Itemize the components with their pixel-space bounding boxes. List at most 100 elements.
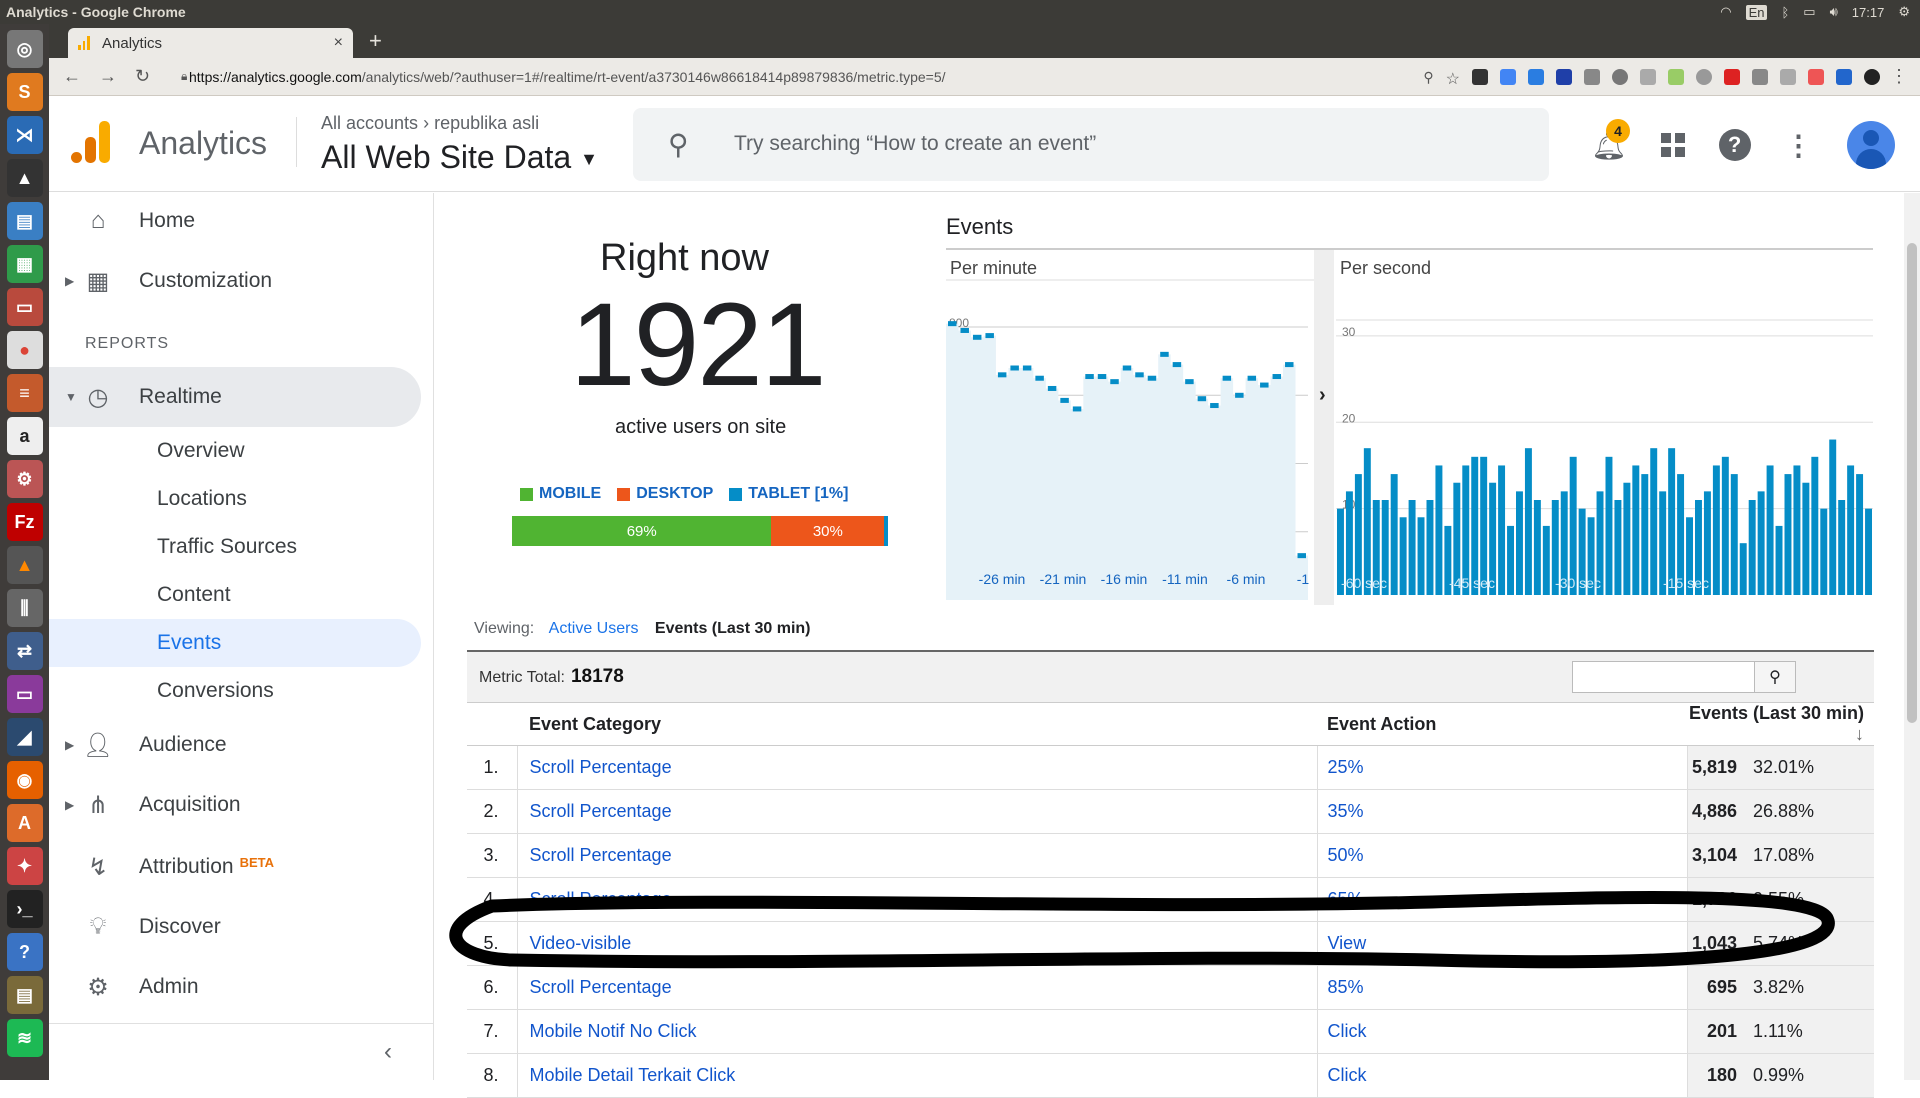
sidebar-item-acquisition[interactable]: ▶ ⋔ Acquisition: [49, 777, 421, 833]
breadcrumb-all-accounts[interactable]: All accounts: [321, 113, 418, 133]
spotify-icon[interactable]: ≋: [6, 1019, 43, 1057]
sidebar-subitem-content[interactable]: Content: [49, 571, 421, 619]
col-event-action[interactable]: Event Action: [1317, 703, 1687, 746]
settings-icon[interactable]: ⚙: [6, 460, 43, 498]
event-category-link[interactable]: Scroll Percentage: [517, 833, 1318, 878]
tab-active-users[interactable]: Active Users: [549, 620, 639, 637]
help-icon[interactable]: ?: [6, 933, 43, 971]
search-bar[interactable]: ⚲ Try searching “How to create an event”: [633, 108, 1549, 181]
extension-icon[interactable]: [1668, 68, 1684, 85]
tab-analytics[interactable]: Analytics ×: [68, 28, 353, 58]
sidebar-subitem-events[interactable]: Events: [49, 619, 421, 667]
back-icon[interactable]: ←: [63, 66, 85, 87]
sidebar-subitem-overview[interactable]: Overview: [49, 427, 421, 475]
extension-icon[interactable]: [1584, 68, 1600, 85]
vlc-icon[interactable]: ▲: [6, 546, 43, 584]
event-category-link[interactable]: Mobile Detail Terkait Click: [517, 1053, 1318, 1098]
chrome-icon[interactable]: ●: [6, 331, 43, 369]
amazon-icon[interactable]: a: [6, 417, 43, 455]
new-tab-button[interactable]: +: [369, 28, 382, 54]
table-search-button[interactable]: ⚲: [1754, 662, 1795, 692]
event-action-link[interactable]: 50%: [1317, 833, 1688, 878]
scrollbar-thumb[interactable]: [1907, 243, 1917, 723]
property-selector[interactable]: All Web Site Data ▼: [321, 139, 598, 176]
inkscape-icon[interactable]: ▲: [6, 159, 43, 197]
brand-name[interactable]: Analytics: [139, 125, 267, 162]
software-center-icon[interactable]: A: [6, 804, 43, 842]
sidebar-item-attribution[interactable]: ↯ Attribution BETA: [49, 839, 421, 895]
sidebar-item-customization[interactable]: ▶ ▦ Customization: [49, 253, 421, 309]
sidebar-item-realtime[interactable]: ▼ ◷ Realtime: [49, 367, 421, 427]
sidebar-item-home[interactable]: ⌂ Home: [49, 193, 421, 249]
compass-icon[interactable]: ✦: [6, 847, 43, 885]
extension-icon[interactable]: [1528, 68, 1544, 85]
event-action-link[interactable]: Click: [1317, 1053, 1688, 1098]
extension-icon[interactable]: [1696, 68, 1712, 85]
zoom-icon[interactable]: ⚲: [1423, 69, 1433, 85]
window-icon[interactable]: ▭: [6, 675, 43, 713]
bookmark-star-icon[interactable]: ☆: [1446, 69, 1460, 88]
event-category-link[interactable]: Scroll Percentage: [517, 745, 1318, 790]
more-options-icon[interactable]: ⋮: [1785, 129, 1813, 162]
tab-close-icon[interactable]: ×: [334, 34, 343, 52]
archive-icon[interactable]: ▤: [6, 976, 43, 1014]
extension-icon[interactable]: [1556, 68, 1572, 85]
event-category-link[interactable]: Mobile Notif No Click: [517, 1009, 1318, 1054]
mysql-workbench-icon[interactable]: ◢: [6, 718, 43, 756]
clock[interactable]: 17:17: [1852, 5, 1885, 20]
extension-icon[interactable]: [1500, 68, 1516, 85]
event-action-link[interactable]: 25%: [1317, 745, 1688, 790]
event-action-link[interactable]: Click: [1317, 1009, 1688, 1054]
table-search-input[interactable]: ⚲: [1572, 661, 1796, 693]
forward-icon[interactable]: →: [99, 66, 121, 87]
ubuntu-dash-icon[interactable]: ◎: [6, 30, 43, 68]
extension-icon[interactable]: [1808, 68, 1824, 85]
texteditor-icon[interactable]: ≡: [6, 374, 43, 412]
sidebar-subitem-traffic-sources[interactable]: Traffic Sources: [49, 523, 421, 571]
vscode-icon[interactable]: ⋊: [6, 116, 43, 154]
dbeaver-icon[interactable]: ⇄: [6, 632, 43, 670]
col-events[interactable]: Events (Last 30 min) ↓: [1687, 703, 1874, 746]
page-scrollbar[interactable]: [1904, 193, 1920, 1080]
bluetooth-icon[interactable]: ᛒ: [1781, 5, 1789, 20]
sidebar-subitem-conversions[interactable]: Conversions: [49, 667, 421, 715]
filezilla-icon[interactable]: Fz: [6, 503, 43, 541]
calc-icon[interactable]: ▦: [6, 245, 43, 283]
extension-icon[interactable]: [1780, 68, 1796, 85]
col-event-category[interactable]: Event Category: [517, 703, 1317, 746]
extension-icon[interactable]: [1724, 68, 1740, 85]
files-icon[interactable]: ▭: [6, 288, 43, 326]
notifications-bell-icon[interactable]: 🔔︎ 4: [1591, 118, 1630, 162]
volume-icon[interactable]: 🔊︎: [1830, 4, 1838, 20]
extension-icon[interactable]: [1836, 68, 1852, 85]
sidebar-item-admin[interactable]: ⚙ Admin: [49, 959, 421, 1015]
mixer-icon[interactable]: ⫼: [6, 589, 43, 627]
language-indicator[interactable]: En: [1745, 4, 1768, 20]
event-action-link[interactable]: 35%: [1317, 789, 1688, 834]
writer-icon[interactable]: ▤: [6, 202, 43, 240]
extension-icon[interactable]: [1472, 68, 1488, 85]
url-field[interactable]: https://analytics.google.com/analytics/w…: [189, 69, 946, 85]
breadcrumb[interactable]: All accounts › republika asli: [321, 113, 539, 134]
profile-icon[interactable]: [1864, 68, 1880, 85]
sidebar-subitem-locations[interactable]: Locations: [49, 475, 421, 523]
sidebar-item-audience[interactable]: ▶ 👤︎ Audience: [49, 717, 421, 773]
firefox-icon[interactable]: ◉: [6, 761, 43, 799]
extension-icon[interactable]: [1612, 68, 1628, 85]
help-icon[interactable]: ?: [1718, 129, 1751, 161]
collapse-sidebar-icon[interactable]: ‹: [384, 1038, 392, 1066]
settings-gear-icon[interactable]: ⚙: [1898, 4, 1910, 20]
breadcrumb-account[interactable]: republika asli: [434, 113, 539, 133]
chrome-menu-icon[interactable]: ⋮: [1890, 66, 1908, 87]
sidebar-item-discover[interactable]: 💡︎ Discover: [49, 899, 421, 955]
event-category-link[interactable]: Scroll Percentage: [517, 789, 1318, 834]
analytics-logo-icon[interactable]: [71, 121, 111, 163]
apps-grid-icon[interactable]: [1660, 133, 1685, 157]
extension-icon[interactable]: [1640, 68, 1656, 85]
terminal-icon[interactable]: ›_: [6, 890, 43, 928]
battery-icon[interactable]: ▭: [1803, 4, 1815, 20]
account-avatar[interactable]: [1846, 121, 1895, 169]
tab-events[interactable]: Events (Last 30 min): [655, 620, 811, 637]
reload-icon[interactable]: ↻: [135, 66, 157, 87]
extension-icon[interactable]: [1752, 68, 1768, 85]
